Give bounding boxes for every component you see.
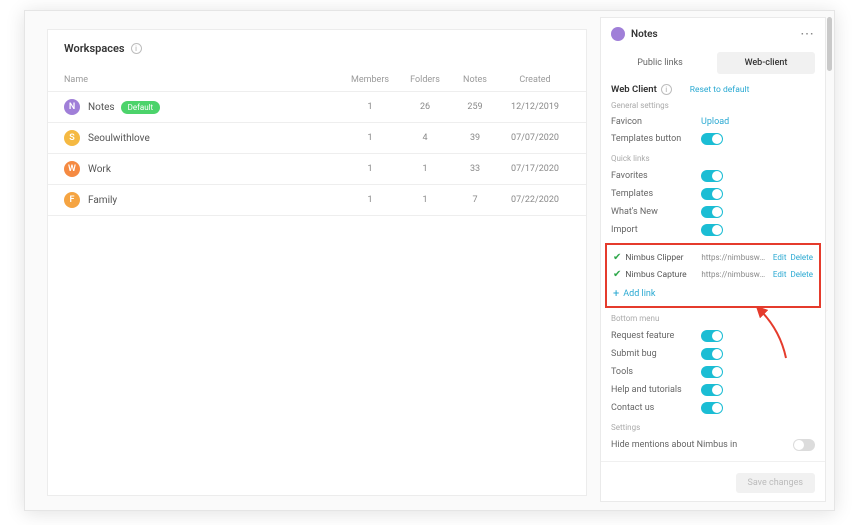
check-icon: ✔ (613, 252, 621, 263)
contact-label: Contact us (611, 403, 695, 413)
workspace-name: Seoulwithlove (88, 133, 150, 144)
panel-title: Notes (631, 29, 794, 40)
request-label: Request feature (611, 331, 695, 341)
info-icon[interactable]: i (131, 43, 142, 54)
workspace-name: Family (88, 195, 117, 206)
add-link-button[interactable]: + Add link (613, 283, 813, 300)
group-general: General settings (611, 101, 815, 110)
workspace-icon: W (64, 161, 80, 177)
whatsnew-toggle[interactable] (701, 206, 723, 218)
templates-button-toggle[interactable] (701, 133, 723, 145)
cell-members: 1 (340, 195, 400, 205)
scrollbar-thumb[interactable] (827, 17, 832, 71)
import-toggle[interactable] (701, 224, 723, 236)
contact-toggle[interactable] (701, 402, 723, 414)
cell-created: 12/12/2019 (500, 102, 570, 112)
workspace-icon: F (64, 192, 80, 208)
help-toggle[interactable] (701, 384, 723, 396)
tools-toggle[interactable] (701, 366, 723, 378)
custom-link-name: Nimbus Capture (625, 270, 697, 280)
custom-link-url: https://nimbusweb.me/scre… (701, 270, 767, 279)
workspaces-title: Workspaces (64, 42, 125, 55)
import-label: Import (611, 225, 695, 235)
col-folders: Folders (400, 75, 450, 85)
workspace-name: Work (88, 164, 111, 175)
group-bottom-menu: Bottom menu (611, 314, 815, 323)
col-name: Name (64, 75, 340, 85)
custom-link-name: Nimbus Clipper (625, 253, 697, 263)
cell-folders: 1 (400, 164, 450, 174)
add-link-label: Add link (623, 289, 655, 299)
favorites-label: Favorites (611, 171, 695, 181)
help-label: Help and tutorials (611, 385, 695, 395)
workspaces-heading: Workspaces i (48, 30, 586, 69)
cell-created: 07/17/2020 (500, 164, 570, 174)
cell-folders: 26 (400, 102, 450, 112)
reset-to-default-link[interactable]: Reset to default (690, 85, 750, 95)
submit-label: Submit bug (611, 349, 695, 359)
col-notes: Notes (450, 75, 500, 85)
table-header-row: Name Members Folders Notes Created (48, 69, 586, 92)
section-web-client: Web Client (611, 84, 657, 95)
plus-icon: + (613, 287, 619, 300)
custom-link-row: ✔ Nimbus Clipper https://nimbusweb.me/clip… (613, 249, 813, 266)
more-menu-icon[interactable]: ⋯ (800, 26, 815, 42)
request-toggle[interactable] (701, 330, 723, 342)
col-created: Created (500, 75, 570, 85)
hide-mentions-label: Hide mentions about Nimbus in (611, 440, 787, 450)
workspace-icon: N (64, 99, 80, 115)
cell-notes: 39 (450, 133, 500, 143)
group-quick-links: Quick links (611, 154, 815, 163)
save-changes-button[interactable]: Save changes (736, 473, 816, 493)
group-settings: Settings (611, 423, 815, 432)
hide-mentions-toggle[interactable] (793, 439, 815, 451)
cell-folders: 1 (400, 195, 450, 205)
whatsnew-label: What's New (611, 207, 695, 217)
workspace-icon: S (64, 130, 80, 146)
default-badge: Default (121, 101, 161, 114)
table-row[interactable]: FFamily11707/22/2020 (48, 185, 586, 216)
templates-button-label: Templates button (611, 134, 695, 144)
cell-notes: 259 (450, 102, 500, 112)
col-members: Members (340, 75, 400, 85)
workspace-name: Notes (88, 102, 115, 113)
edit-link[interactable]: Edit (773, 270, 787, 279)
custom-link-url: https://nimbusweb.me/clip… (701, 253, 767, 262)
cell-created: 07/22/2020 (500, 195, 570, 205)
check-icon: ✔ (613, 269, 621, 280)
cell-notes: 33 (450, 164, 500, 174)
submit-toggle[interactable] (701, 348, 723, 360)
delete-link[interactable]: Delete (790, 253, 813, 262)
cell-members: 1 (340, 164, 400, 174)
workspace-avatar-icon (611, 27, 625, 41)
edit-link[interactable]: Edit (773, 253, 787, 262)
table-row[interactable]: N Notes Default 12625912/12/2019 (48, 92, 586, 123)
settings-panel: Notes ⋯ Public links Web-client Web Clie… (600, 17, 826, 502)
table-row[interactable]: S Seoulwithlove 143907/07/2020 (48, 123, 586, 154)
cell-members: 1 (340, 102, 400, 112)
templates-label: Templates (611, 189, 695, 199)
table-row[interactable]: WWork113307/17/2020 (48, 154, 586, 185)
tools-label: Tools (611, 367, 695, 377)
workspaces-card: Workspaces i Name Members Folders Notes … (47, 29, 587, 496)
cell-folders: 4 (400, 133, 450, 143)
favicon-label: Favicon (611, 117, 695, 127)
tab-public-links[interactable]: Public links (611, 52, 709, 74)
favicon-upload-link[interactable]: Upload (701, 117, 815, 127)
info-icon[interactable]: i (661, 84, 672, 95)
custom-links-highlighted-area: ✔ Nimbus Clipper https://nimbusweb.me/clip… (605, 243, 821, 308)
favorites-toggle[interactable] (701, 170, 723, 182)
tab-web-client[interactable]: Web-client (717, 52, 815, 74)
custom-link-row: ✔ Nimbus Capture https://nimbusweb.me/scre… (613, 266, 813, 283)
cell-created: 07/07/2020 (500, 133, 570, 143)
cell-notes: 7 (450, 195, 500, 205)
cell-members: 1 (340, 133, 400, 143)
templates-toggle[interactable] (701, 188, 723, 200)
delete-link[interactable]: Delete (790, 270, 813, 279)
